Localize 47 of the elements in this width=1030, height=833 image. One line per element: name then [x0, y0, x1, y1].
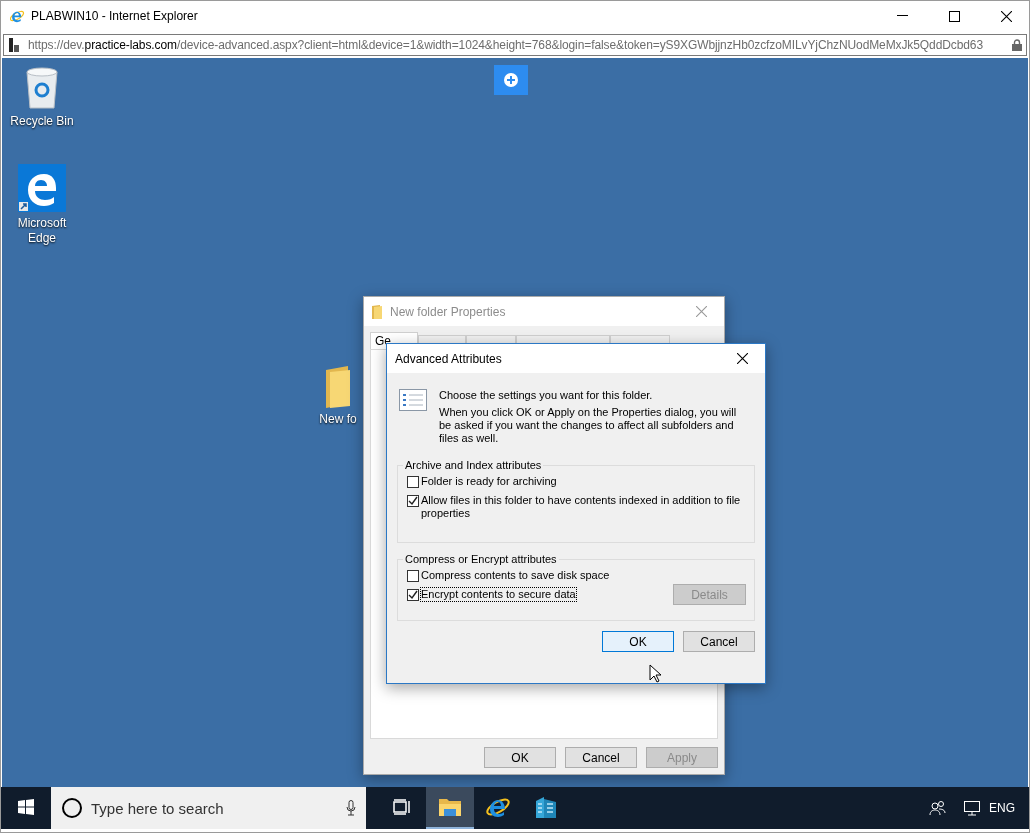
- list-icon: [399, 389, 427, 411]
- plus-icon: [504, 73, 518, 87]
- checkbox-label[interactable]: Folder is ready for archiving: [421, 475, 557, 488]
- folder-icon[interactable]: [324, 366, 352, 408]
- people-icon[interactable]: [929, 800, 947, 816]
- language-indicator[interactable]: ENG: [989, 801, 1015, 815]
- minimize-icon: [896, 15, 908, 17]
- description-text: When you click OK or Apply on the Properties dialog, you will be asked if you want the changes to affect all subfolders and files as well.: [439, 406, 738, 445]
- lock-icon: [1012, 38, 1022, 51]
- group-label: Archive and Index attributes: [404, 459, 543, 471]
- desktop-icon-label[interactable]: Microsoft Edge: [4, 216, 80, 246]
- group-label: Compress or Encrypt attributes: [404, 553, 558, 565]
- folder-icon: [438, 797, 462, 817]
- site-icon: [8, 36, 22, 53]
- desktop-icon-label[interactable]: Recycle Bin: [10, 114, 74, 129]
- close-icon: [1000, 10, 1012, 22]
- buildings-icon: [534, 795, 558, 819]
- session-menu-button[interactable]: [494, 65, 528, 95]
- taskbar-button[interactable]: [426, 787, 474, 829]
- network-icon[interactable]: [963, 800, 981, 816]
- dialog-button[interactable]: Cancel: [683, 631, 755, 652]
- internet-explorer-icon: [9, 8, 25, 24]
- close-icon: [695, 306, 707, 317]
- edge-icon[interactable]: [18, 164, 66, 212]
- folder-icon: [372, 304, 382, 319]
- checkbox[interactable]: [407, 570, 419, 582]
- microphone-icon[interactable]: [346, 800, 356, 816]
- intro-text: Choose the settings you want for this folder.: [439, 389, 654, 402]
- maximize-icon: [948, 10, 960, 22]
- checkbox[interactable]: [407, 495, 419, 507]
- search-field[interactable]: Type here to search: [51, 787, 366, 829]
- dialog-title: Advanced Attributes: [395, 351, 503, 366]
- dialog-title: New folder Properties: [390, 304, 507, 319]
- checkbox-label[interactable]: Encrypt contents to secure data: [421, 588, 576, 601]
- checkbox-label[interactable]: Compress contents to save disk space: [421, 569, 610, 582]
- dialog-button[interactable]: Cancel: [565, 747, 637, 768]
- window-title: PLABWIN10 - Internet Explorer: [31, 9, 199, 23]
- task-view-icon: [393, 799, 411, 815]
- checkbox-label[interactable]: Allow files in this folder to have contents indexed in addition to file properties: [421, 494, 746, 520]
- checkbox[interactable]: [407, 589, 419, 601]
- address-field[interactable]: https://dev.practice-labs.com/device-advanced.aspx?client=html&device=1&width=1024&height=768&login=false&token=yS9XGWbjjnzHb0zcfzoMILvYjChzNUodMeMxJk5QddDcbd63: [3, 33, 1027, 56]
- checkbox[interactable]: [407, 476, 419, 488]
- desktop-icon-label[interactable]: New fo: [319, 412, 357, 427]
- dialog-button[interactable]: OK: [484, 747, 556, 768]
- close-icon: [736, 353, 748, 364]
- dialog-button[interactable]: OK: [602, 631, 674, 652]
- windows-logo: [18, 799, 34, 815]
